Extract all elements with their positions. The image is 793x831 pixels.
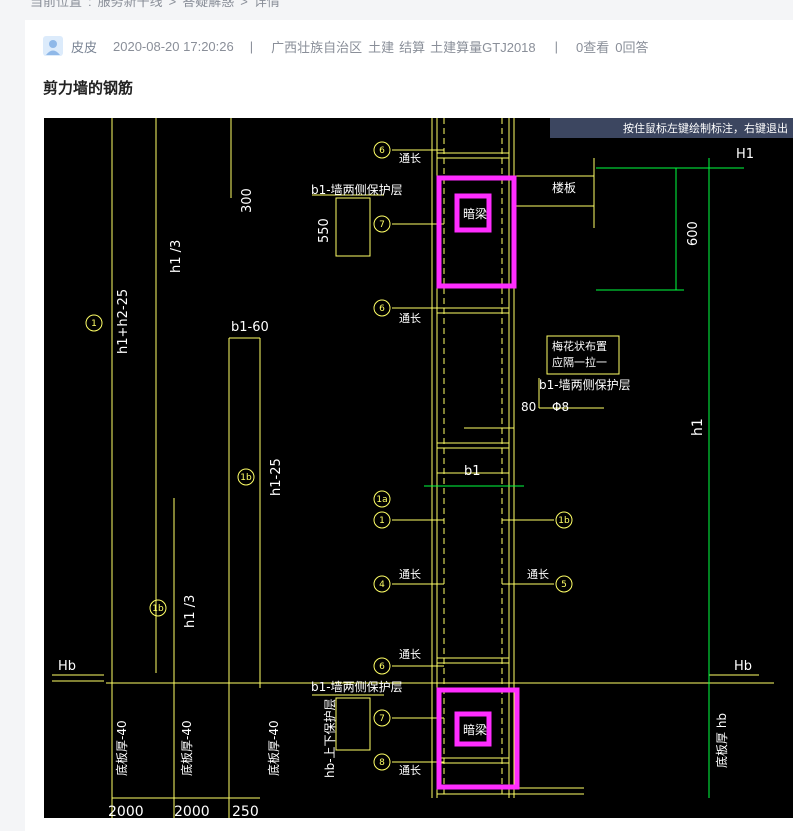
breadcrumb-link-qa[interactable]: 答疑解惑 [182, 0, 234, 9]
label-h1-3-bottom: h1 /3 [183, 595, 198, 628]
label-h1-3-top: h1 /3 [169, 240, 184, 273]
shear-wall-rebar-drawing: 按住鼠标左键绘制标注，右键退出 H1 Hb Hb b1 b1-60 b1-墙两侧… [52, 118, 793, 818]
label-600: 600 [686, 221, 701, 246]
post-datetime: 2020-08-20 17:20:26 [113, 38, 234, 54]
meta-divider: | [249, 38, 254, 54]
label-Hb-right: Hb [734, 659, 752, 674]
label-phi8: Φ8 [552, 400, 569, 414]
breadcrumb-sep: > [240, 0, 248, 9]
callout-7b: 7 [379, 714, 385, 724]
breadcrumb-detail: 详情 [253, 0, 280, 9]
label-dark-beam-bottom: 暗梁 [463, 722, 487, 737]
breadcrumb-sep: > [168, 0, 177, 9]
label-tong-6: 通长 [399, 764, 421, 777]
callout-1a: 1a [376, 495, 387, 505]
callout-7a: 7 [379, 220, 385, 230]
label-Hb-left: Hb [58, 659, 76, 674]
post-card: 皮皮 2020-08-20 17:20:26 | 广西壮族自治区 土建 结算 土… [25, 20, 793, 831]
drawing-tooltip: 按住鼠标左键绘制标注，右键退出 [623, 121, 788, 135]
callout-5: 5 [561, 580, 567, 590]
label-slab: 楼板 [552, 180, 576, 195]
label-plum-note-1: 梅花状布置 [552, 339, 607, 353]
label-tong-1: 通长 [399, 152, 421, 165]
label-H1: H1 [736, 147, 754, 162]
cad-drawing-image[interactable]: 按住鼠标左键绘制标注，右键退出 H1 Hb Hb b1 b1-60 b1-墙两侧… [44, 118, 793, 818]
callout-1b-mid: 1b [240, 473, 252, 483]
label-2000-b: 2000 [174, 804, 210, 818]
label-250: 250 [232, 804, 259, 818]
callout-4: 4 [379, 580, 385, 590]
label-b1: b1 [464, 464, 481, 479]
label-h1-25: h1-25 [269, 458, 284, 496]
label-h1: h1 [690, 418, 706, 436]
label-tong-2: 通长 [399, 312, 421, 325]
answer-count: 0回答 [615, 39, 649, 55]
author-name[interactable]: 皮皮 [71, 37, 97, 56]
meta-divider: | [554, 38, 559, 54]
dark-beam-highlights [436, 175, 520, 790]
callout-1b-right: 1b [558, 516, 570, 526]
post-title: 剪力墙的钢筋 [43, 80, 134, 97]
label-tong-5: 通长 [399, 648, 421, 661]
breadcrumb-link-service[interactable]: 服务新干线 [98, 0, 163, 9]
label-550: 550 [317, 218, 332, 243]
label-hb-cover: hb-上下保护层 [323, 698, 337, 778]
callout-8: 8 [379, 758, 385, 768]
label-2000-a: 2000 [108, 804, 144, 818]
label-bottom-hb: 底板厚 hb [714, 713, 729, 768]
view-count: 0查看 [576, 39, 610, 55]
avatar[interactable] [43, 36, 63, 56]
label-tong-4: 通长 [527, 568, 549, 581]
post-tag[interactable]: 土建算量GTJ2018 [430, 37, 535, 56]
wall-outline [52, 118, 774, 818]
label-80: 80 [521, 400, 536, 414]
callout-1b-low: 1b [152, 604, 164, 614]
label-300: 300 [240, 188, 255, 213]
post-meta: 皮皮 2020-08-20 17:20:26 | 广西壮族自治区 土建 结算 土… [43, 36, 655, 56]
label-bottom-2: 底板厚-40 [179, 720, 194, 776]
label-cover-1: b1-墙两侧保护层 [311, 183, 403, 197]
breadcrumb-current: 当前位置 [30, 0, 83, 9]
post-region: 广西壮族自治区 [271, 39, 363, 55]
label-bottom-1: 底板厚-40 [114, 720, 129, 776]
label-cover-2: b1-墙两侧保护层 [539, 378, 631, 392]
user-avatar-icon [46, 40, 60, 55]
callout-6a: 6 [379, 146, 385, 156]
post-tag[interactable]: 结算 [399, 37, 425, 56]
label-h1-h2-25: h1+h2-25 [116, 289, 131, 354]
callout-6b: 6 [379, 304, 385, 314]
label-dark-beam-top: 暗梁 [463, 206, 487, 221]
callout-1-left: 1 [91, 319, 97, 329]
callout-6c: 6 [379, 662, 385, 672]
label-tong-3: 通长 [399, 568, 421, 581]
white-labels: H1 Hb Hb b1 b1-60 b1-墙两侧保护层 b1-墙两侧保护层 b1… [58, 147, 754, 818]
callout-1: 1 [379, 516, 385, 526]
breadcrumb-sep: : [88, 0, 92, 9]
label-bottom-3: 底板厚-40 [266, 720, 281, 776]
post-tag[interactable]: 土建 [368, 37, 394, 56]
label-cover-3: b1-墙两侧保护层 [311, 680, 403, 694]
breadcrumb: 当前位置: 服务新干线 > 答疑解惑 > 详情 [30, 0, 280, 10]
label-b1-60: b1-60 [231, 320, 269, 335]
label-plum-note-2: 应隔一拉一 [552, 355, 607, 369]
